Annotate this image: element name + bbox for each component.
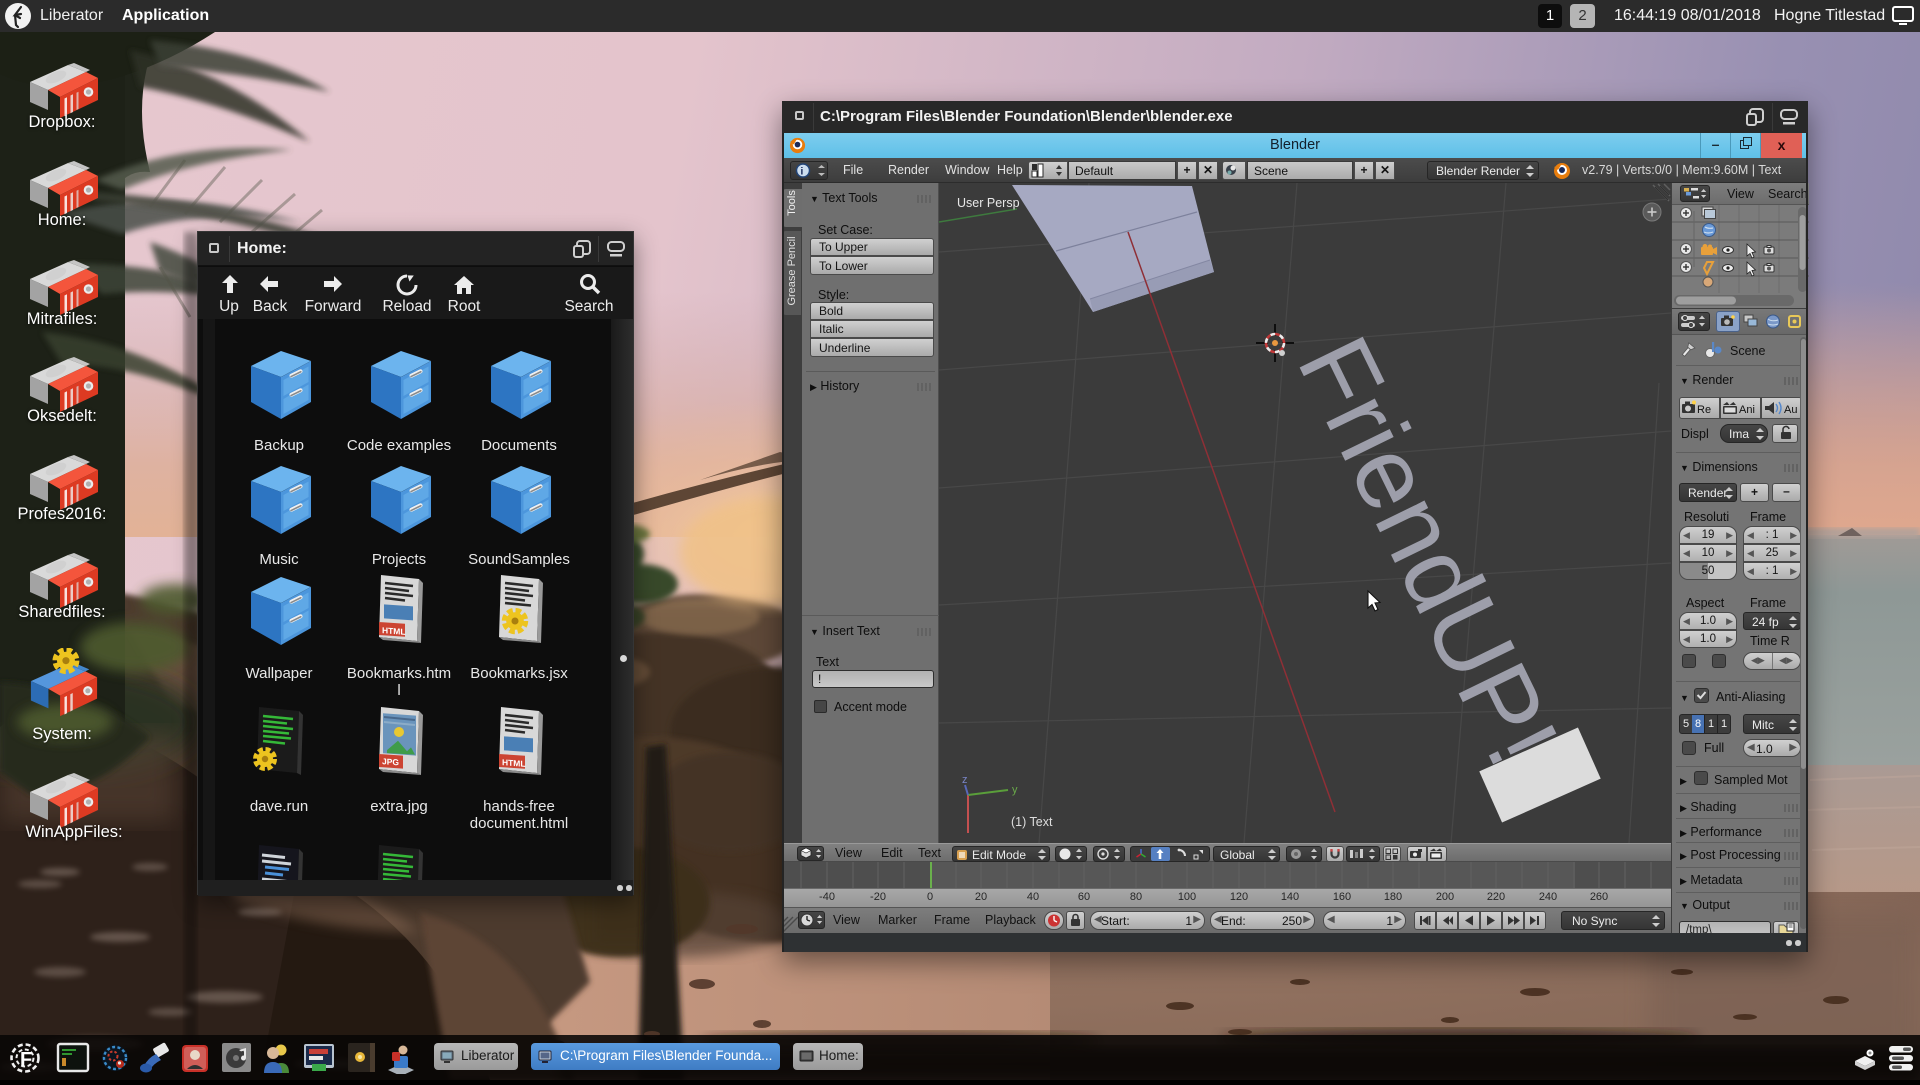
svg-text:Au: Au	[1784, 404, 1797, 416]
svg-text:z: z	[962, 774, 968, 786]
svg-text:i: i	[801, 167, 804, 178]
svg-text:(1) Text: (1) Text	[1011, 815, 1053, 829]
svg-text:F: F	[20, 1049, 32, 1071]
svg-text:y: y	[1012, 784, 1018, 796]
svg-text:User Persp: User Persp	[957, 196, 1020, 210]
svg-text:Ani: Ani	[1739, 404, 1755, 416]
svg-text:Scene: Scene	[1730, 344, 1765, 358]
svg-text:Re: Re	[1697, 404, 1711, 416]
